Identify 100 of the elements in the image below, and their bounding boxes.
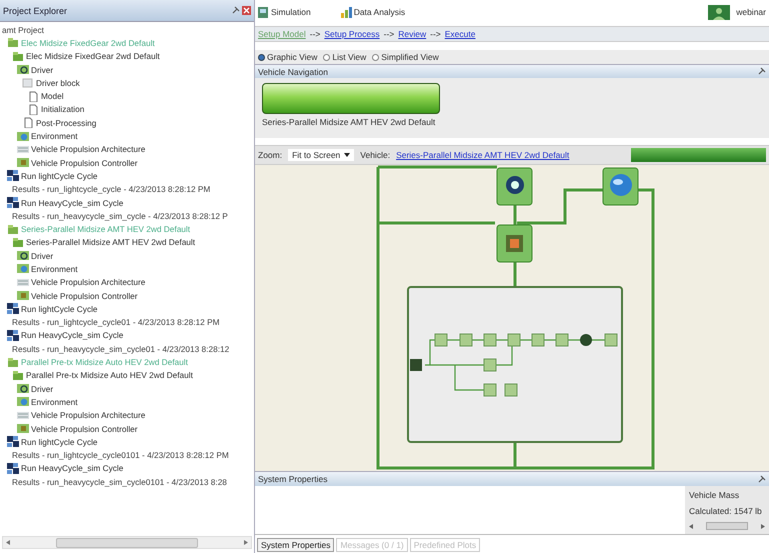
tree-folder-icon bbox=[12, 236, 24, 248]
globe-icon bbox=[17, 263, 29, 274]
zoom-dropdown[interactable]: Fit to Screen bbox=[288, 149, 354, 161]
panel-title: Project Explorer bbox=[3, 6, 68, 16]
steering-wheel-icon bbox=[17, 250, 29, 262]
tree-item[interactable]: Post-Processing bbox=[36, 118, 96, 128]
run-icon bbox=[7, 197, 19, 208]
tree-item[interactable]: Vehicle Propulsion Architecture bbox=[31, 277, 146, 288]
run-icon bbox=[7, 170, 19, 182]
driver-node[interactable] bbox=[496, 168, 532, 206]
tree-item[interactable]: Elec Midsize FixedGear 2wd Default bbox=[26, 51, 160, 62]
zoom-label: Zoom: bbox=[258, 150, 282, 160]
tree-item[interactable]: Vehicle Propulsion Controller bbox=[31, 290, 138, 301]
run-icon bbox=[7, 330, 19, 341]
tree-item[interactable]: Run lightCycle Cycle bbox=[21, 304, 98, 314]
panel-title: Vehicle Navigation bbox=[258, 66, 328, 76]
tree-item[interactable]: Environment bbox=[31, 396, 78, 407]
vehicle-label: Vehicle: bbox=[360, 150, 390, 160]
run-icon bbox=[7, 462, 19, 474]
tree-folder-icon bbox=[12, 370, 24, 381]
tree-item[interactable]: Results - run_lightcycle_cycle01 - 4/23/2013 8:28:12 PM bbox=[12, 317, 220, 328]
tree-item[interactable]: Driver bbox=[31, 64, 54, 75]
block-icon bbox=[22, 77, 34, 88]
horizontal-scrollbar[interactable] bbox=[689, 522, 765, 530]
tree-item[interactable]: Vehicle Propulsion Controller bbox=[31, 424, 138, 434]
simulation-icon bbox=[258, 6, 269, 18]
tree-item[interactable]: Series-Parallel Midsize AMT HEV 2wd Default bbox=[26, 237, 196, 248]
view-radio[interactable]: Simplified View bbox=[372, 52, 439, 62]
toolbar-tab[interactable]: Data Analysis bbox=[340, 6, 406, 18]
vehicle-caption: Series-Parallel Midsize AMT HEV 2wd Default bbox=[262, 117, 436, 127]
tree-item[interactable]: Vehicle Propulsion Controller bbox=[31, 158, 138, 168]
vehicle-node-button[interactable] bbox=[262, 83, 440, 114]
view-radio[interactable]: List View bbox=[323, 52, 366, 62]
chip-icon bbox=[17, 290, 29, 302]
tree-item[interactable]: Run lightCycle Cycle bbox=[21, 436, 98, 447]
tree-item[interactable]: Run lightCycle Cycle bbox=[21, 170, 98, 181]
tree-item[interactable]: Results - run_heavycycle_sim_cycle0101 - 4/23/2013 8:28 bbox=[12, 476, 227, 487]
tree-item[interactable]: Vehicle Propulsion Architecture bbox=[31, 144, 146, 154]
tree-item[interactable]: Run HeavyCycle_sim Cycle bbox=[21, 330, 124, 340]
tree-item[interactable]: Initialization bbox=[41, 104, 84, 114]
step-link[interactable]: Setup Process bbox=[324, 29, 380, 39]
step-arrow: --> bbox=[384, 29, 394, 39]
close-icon[interactable] bbox=[242, 6, 251, 15]
view-radio[interactable]: Graphic View bbox=[258, 52, 318, 62]
tree-item[interactable]: Results - run_lightcycle_cycle - 4/23/2013 8:28:12 PM bbox=[12, 184, 210, 194]
tree-folder-icon bbox=[7, 224, 19, 235]
document-icon bbox=[22, 117, 34, 128]
chip-icon bbox=[17, 423, 29, 434]
tree-item[interactable]: Run HeavyCycle_sim Cycle bbox=[21, 198, 124, 208]
tree-item[interactable]: Results - run_heavycycle_sim_cycle - 4/23/2013 8:28:12 P bbox=[12, 210, 228, 221]
side-title: Vehicle Mass bbox=[689, 490, 740, 500]
grid-icon bbox=[17, 410, 29, 421]
step-arrow: --> bbox=[310, 29, 320, 39]
tree-item[interactable]: Results - run_heavycycle_sim_cycle01 - 4/23/2013 8:28:12 bbox=[12, 344, 230, 354]
chip-icon bbox=[17, 157, 29, 168]
vehicle-link[interactable]: Series-Parallel Midsize AMT HEV 2wd Default bbox=[396, 150, 570, 160]
chart-icon bbox=[340, 6, 352, 18]
tree-folder-icon bbox=[7, 356, 19, 368]
panel-tab[interactable]: System Properties bbox=[257, 538, 334, 552]
tree-item[interactable]: Run HeavyCycle_sim Cycle bbox=[21, 463, 124, 474]
scroll-left-icon[interactable] bbox=[689, 524, 693, 528]
document-icon bbox=[27, 104, 39, 115]
globe-icon bbox=[17, 130, 29, 142]
steering-wheel-icon bbox=[17, 64, 29, 76]
tree-item[interactable]: Driver bbox=[31, 384, 54, 394]
tree-item[interactable]: Environment bbox=[31, 131, 78, 142]
tree-item[interactable]: Parallel Pre-tx Midsize Auto HEV 2wd Default bbox=[26, 370, 193, 380]
tree-item[interactable]: Vehicle Propulsion Architecture bbox=[31, 410, 146, 420]
tree-item[interactable]: Environment bbox=[31, 264, 78, 274]
tree-item[interactable]: amt Project bbox=[2, 24, 44, 35]
scroll-left-icon[interactable] bbox=[6, 540, 10, 545]
tree-folder-icon bbox=[7, 37, 19, 48]
tree-folder-icon bbox=[12, 50, 24, 62]
pin-icon[interactable] bbox=[757, 67, 766, 76]
toolbar-tab[interactable]: Simulation bbox=[258, 6, 311, 18]
scroll-right-icon[interactable] bbox=[244, 540, 248, 545]
mass-value: Calculated: 1547 lb bbox=[689, 506, 763, 516]
document-icon bbox=[27, 90, 39, 102]
pin-icon[interactable] bbox=[231, 6, 240, 15]
step-link[interactable]: Review bbox=[398, 29, 426, 39]
step-link[interactable]: Execute bbox=[444, 29, 476, 39]
grid-icon bbox=[17, 276, 29, 288]
controller-node[interactable] bbox=[496, 224, 532, 262]
panel-title: System Properties bbox=[258, 474, 328, 484]
tree-item[interactable]: Driver bbox=[31, 250, 54, 261]
user-name: webinar bbox=[736, 7, 766, 17]
step-arrow: --> bbox=[430, 29, 441, 39]
environment-node[interactable] bbox=[602, 168, 638, 206]
globe-icon bbox=[17, 396, 29, 408]
run-icon bbox=[7, 303, 19, 314]
steering-wheel-icon bbox=[17, 383, 29, 394]
user-icon[interactable] bbox=[708, 4, 730, 20]
tree-item[interactable]: Results - run_lightcycle_cycle0101 - 4/23/2013 8:28:12 PM bbox=[12, 450, 229, 460]
tree-item[interactable]: Driver block bbox=[36, 78, 80, 88]
grid-icon bbox=[17, 144, 29, 155]
tree-item[interactable]: Model bbox=[41, 91, 64, 102]
run-icon bbox=[7, 436, 19, 448]
scroll-right-icon[interactable] bbox=[761, 524, 765, 528]
pin-icon[interactable] bbox=[757, 474, 766, 484]
horizontal-scrollbar[interactable] bbox=[2, 536, 252, 549]
